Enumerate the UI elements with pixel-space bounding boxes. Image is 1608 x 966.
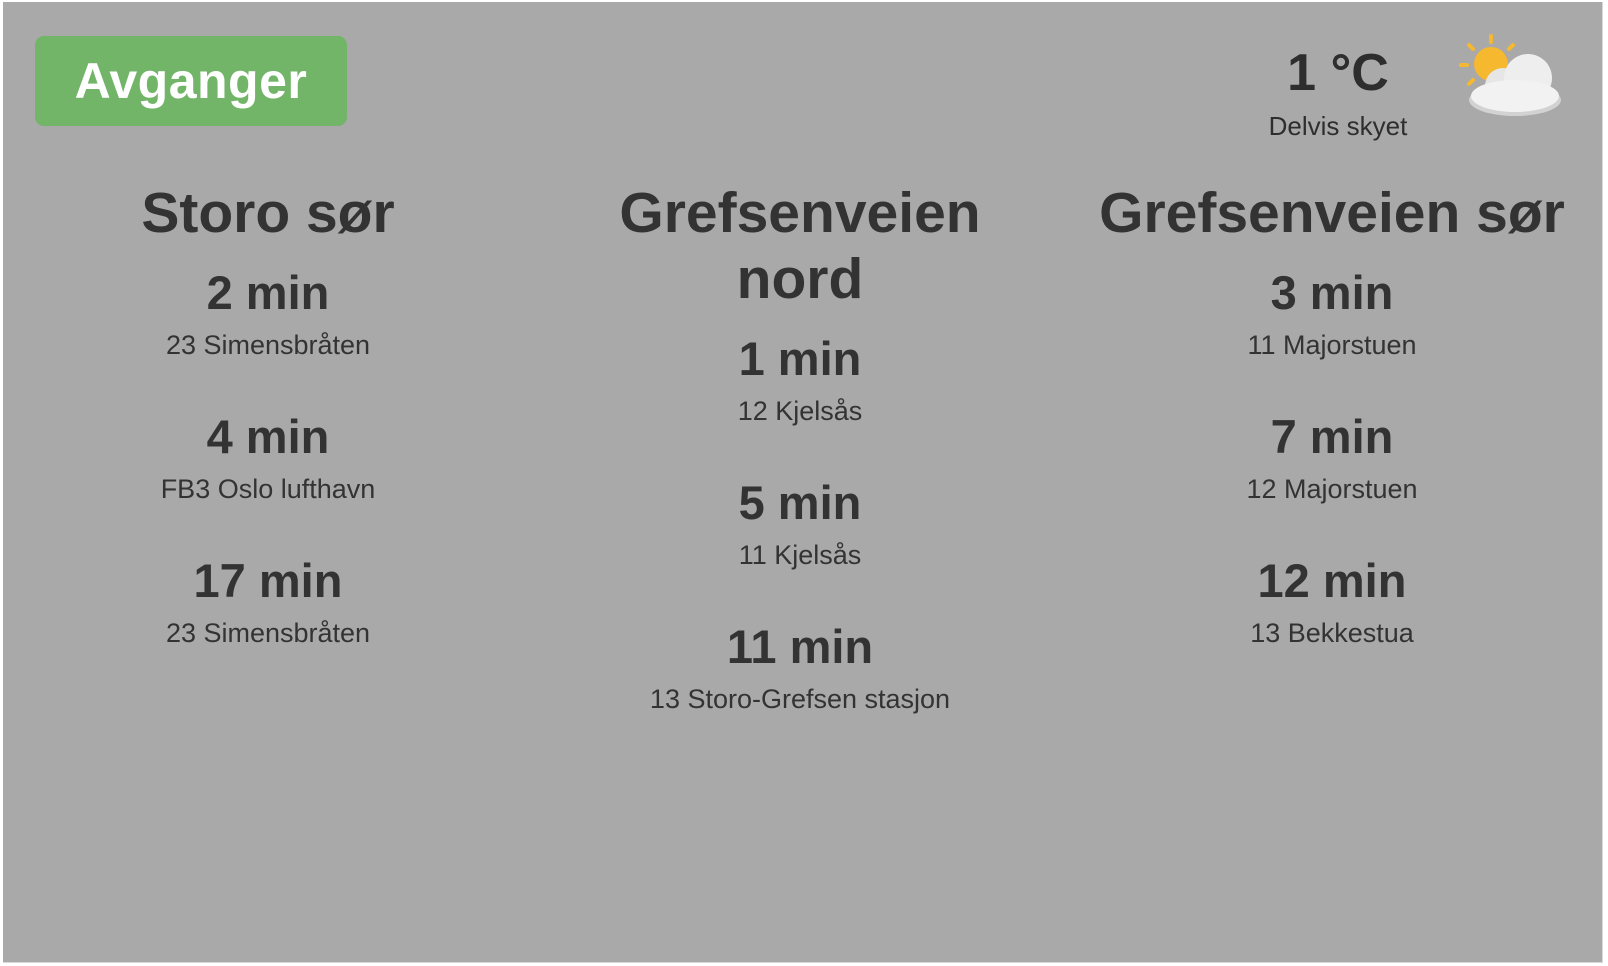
weather-description: Delvis skyet — [1268, 111, 1408, 141]
stop-column-storo-sor: Storo sør 2 min 23 Simensbråten 4 min FB… — [3, 180, 533, 698]
departure-item: 5 min 11 Kjelsås — [535, 476, 1065, 574]
stop-name: Storo sør — [141, 181, 395, 245]
departure-item: 12 min 13 Bekkestua — [1067, 554, 1597, 652]
departure-time: 2 min — [206, 266, 330, 319]
departure-time: 5 min — [738, 476, 862, 529]
departure-line: FB3 Oslo lufthavn — [160, 474, 376, 504]
departure-board: Avganger 1 °C Delvis skyet Storo sør 2 m… — [3, 2, 1603, 963]
departure-line: 12 Kjelsås — [737, 396, 863, 426]
departure-time: 1 min — [738, 332, 862, 385]
departure-line: 23 Simensbråten — [165, 330, 371, 360]
departure-item: 2 min 23 Simensbråten — [3, 266, 533, 364]
departure-item: 3 min 11 Majorstuen — [1067, 266, 1597, 364]
departure-time: 7 min — [1270, 410, 1394, 463]
departure-line: 23 Simensbråten — [165, 618, 371, 648]
departure-time: 11 min — [726, 620, 874, 673]
departure-time: 3 min — [1270, 266, 1394, 319]
stop-column-grefsenveien-nord: Grefsenveien nord 1 min 12 Kjelsås 5 min… — [535, 180, 1065, 764]
weather-temperature: 1 °C — [1287, 44, 1389, 102]
page-title-badge: Avganger — [35, 36, 347, 126]
stop-column-grefsenveien-sor: Grefsenveien sør 3 min 11 Majorstuen 7 m… — [1067, 180, 1597, 698]
departure-time: 4 min — [206, 410, 330, 463]
departure-time: 12 min — [1257, 554, 1407, 607]
departure-line: 13 Bekkestua — [1250, 618, 1414, 648]
departure-line: 13 Storo-Grefsen stasjon — [649, 684, 951, 714]
departure-time: 17 min — [193, 554, 343, 607]
departure-item: 1 min 12 Kjelsås — [535, 332, 1065, 430]
departure-item: 17 min 23 Simensbråten — [3, 554, 533, 652]
departure-item: 4 min FB3 Oslo lufthavn — [3, 410, 533, 508]
stop-name: Grefsenveien nord — [619, 181, 981, 311]
departure-line: 11 Kjelsås — [738, 540, 862, 570]
departure-item: 7 min 12 Majorstuen — [1067, 410, 1597, 508]
departure-line: 11 Majorstuen — [1247, 330, 1417, 360]
departure-line: 12 Majorstuen — [1246, 474, 1418, 504]
departure-item: 11 min 13 Storo-Grefsen stasjon — [535, 620, 1065, 718]
stop-name: Grefsenveien sør — [1099, 181, 1565, 245]
partly-cloudy-icon — [1459, 34, 1561, 116]
